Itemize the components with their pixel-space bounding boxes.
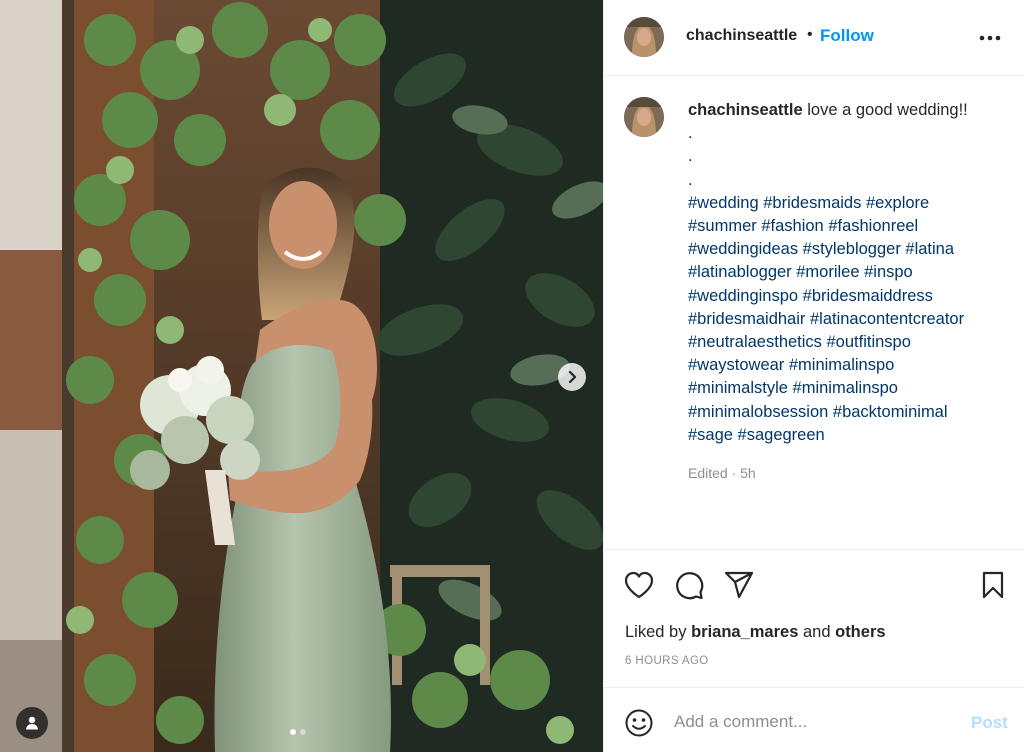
caption-first-line: chachinseattle love a good wedding!! <box>688 99 1008 122</box>
hashtag-line[interactable]: #weddinginspo #bridesmaiddress <box>688 285 1008 308</box>
hashtag-line[interactable]: #waystowear #minimalinspo <box>688 354 1008 377</box>
caption-body: love a good wedding!! <box>807 101 968 119</box>
hashtag-line[interactable]: #sage #sagegreen <box>688 424 1008 447</box>
follow-button[interactable]: Follow <box>820 26 874 46</box>
share-icon <box>724 571 754 599</box>
smiley-icon[interactable] <box>624 708 654 738</box>
like-button[interactable] <box>624 570 654 600</box>
comment-input[interactable] <box>674 706 954 738</box>
share-button[interactable] <box>724 570 754 600</box>
comment-icon <box>676 572 704 600</box>
post-media[interactable] <box>0 0 603 752</box>
comment-bar: Post <box>604 687 1024 752</box>
caption-section: chachinseattle love a good wedding!! . .… <box>604 77 1024 549</box>
liked-others-link[interactable]: others <box>835 623 885 641</box>
caption-dot: . <box>688 124 693 143</box>
bookmark-icon <box>982 571 1004 599</box>
avatar-image <box>624 17 664 57</box>
post-header: chachinseattle • Follow <box>604 0 1024 76</box>
post-photo <box>0 0 603 752</box>
carousel-indicator <box>290 729 306 735</box>
post-time-ago[interactable]: 6 HOURS AGO <box>625 655 709 667</box>
author-username[interactable]: chachinseattle <box>686 27 797 45</box>
user-tag-icon <box>26 716 38 730</box>
avatar[interactable] <box>624 97 664 137</box>
carousel-dot <box>300 729 306 735</box>
hashtag-line[interactable]: #bridesmaidhair #latinacontentcreator <box>688 308 1008 331</box>
hashtag-line[interactable]: #weddingideas #styleblogger #latina <box>688 238 1008 261</box>
caption-text: chachinseattle love a good wedding!! . .… <box>688 99 1008 447</box>
save-button[interactable] <box>978 570 1008 600</box>
liked-and: and <box>802 623 831 641</box>
carousel-dot <box>290 729 296 735</box>
hashtag-line[interactable]: #latinablogger #morilee #inspo <box>688 261 1008 284</box>
more-horizontal-icon[interactable] <box>978 30 1002 46</box>
heart-icon <box>624 571 654 599</box>
post-actions: Liked by briana_mares and others 6 HOURS… <box>604 549 1024 687</box>
likes-summary: Liked by briana_mares and others <box>625 623 886 642</box>
tagged-users-button[interactable] <box>16 707 48 739</box>
caption-dot: . <box>688 147 693 166</box>
edited-timestamp[interactable]: Edited · 5h <box>688 465 756 481</box>
comment-button[interactable] <box>674 570 704 600</box>
liked-user-link[interactable]: briana_mares <box>691 623 798 641</box>
caption-username[interactable]: chachinseattle <box>688 101 803 119</box>
hashtag-line[interactable]: #wedding #bridesmaids #explore <box>688 192 1008 215</box>
hashtag-line[interactable]: #minimalstyle #minimalinspo <box>688 377 1008 400</box>
liked-prefix: Liked by <box>625 623 687 641</box>
post-comment-button[interactable]: Post <box>971 713 1008 733</box>
avatar[interactable] <box>624 17 664 57</box>
hashtag-line[interactable]: #summer #fashion #fashionreel <box>688 215 1008 238</box>
caption-dot: . <box>688 170 693 189</box>
hashtag-line[interactable]: #minimalobsession #backtominimal <box>688 401 1008 424</box>
chevron-right-icon <box>568 370 577 384</box>
avatar-image <box>624 97 664 137</box>
header-separator: • <box>807 26 813 43</box>
next-slide-button[interactable] <box>558 363 586 391</box>
hashtag-line[interactable]: #neutralaesthetics #outfitinspo <box>688 331 1008 354</box>
post-sidebar: chachinseattle • Follow chachinseattle l… <box>603 0 1024 752</box>
